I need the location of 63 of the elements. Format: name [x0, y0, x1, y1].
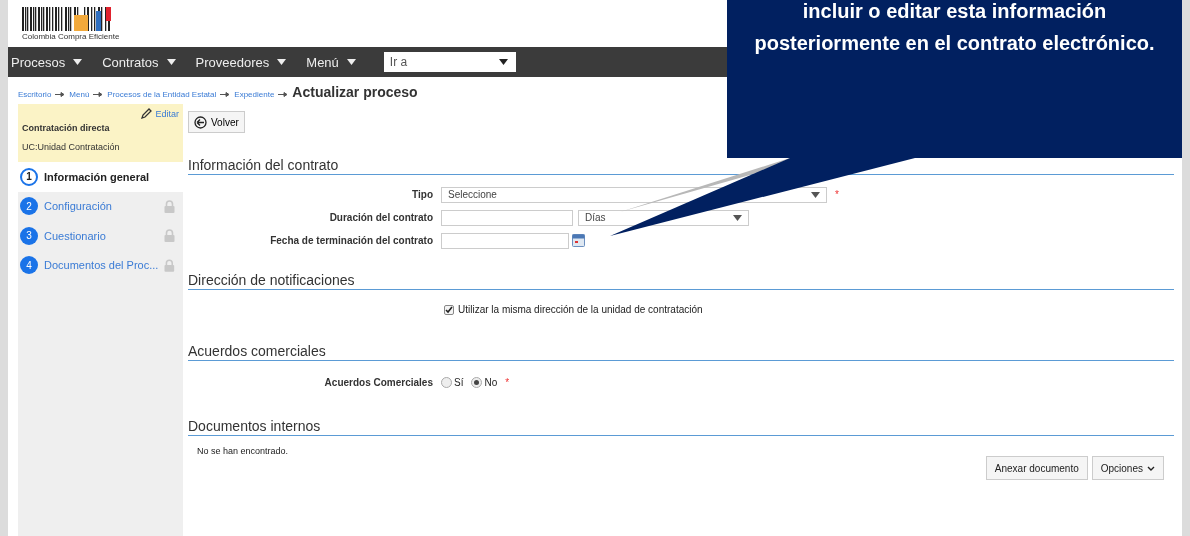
lock-icon	[164, 199, 175, 213]
field-label: Duración del contrato	[328, 212, 433, 223]
breadcrumb-link[interactable]: Menú	[69, 90, 90, 99]
breadcrumb-link[interactable]: Escritorio	[18, 90, 52, 99]
checkbox-label: Utilizar la misma dirección de la unidad de contratación	[458, 304, 703, 315]
nav-menu[interactable]: Contratos	[102, 54, 176, 70]
calendar-icon[interactable]	[572, 234, 585, 247]
options-button[interactable]: Opciones	[1091, 456, 1164, 480]
breadcrumb-link[interactable]: Procesos de la Entidad Estatal	[107, 90, 217, 99]
input-field[interactable]	[441, 209, 573, 226]
arrow-icon	[55, 92, 66, 97]
breadcrumb-link[interactable]: Expediente	[234, 90, 275, 99]
chevron-icon	[1147, 465, 1155, 471]
step-number: 2	[20, 197, 38, 216]
lock-icon	[164, 229, 175, 243]
callout-text: incluir o editar esta información posteriormente en el contrato electrónico.	[753, 0, 1156, 56]
section-heading: Dirección de notificaciones	[188, 272, 1174, 290]
caret-icon	[73, 59, 83, 65]
caret-icon	[346, 59, 356, 65]
attach-button[interactable]: Anexar documento	[985, 456, 1088, 480]
caret-icon	[733, 214, 742, 221]
goto-select[interactable]: Ir a	[383, 52, 516, 72]
caret-icon	[277, 59, 287, 65]
radio-button[interactable]	[471, 377, 483, 388]
date-field[interactable]	[441, 232, 569, 249]
step-item[interactable]: 1 Información general	[18, 162, 183, 192]
nav-menu[interactable]: Procesos	[11, 54, 83, 70]
pencil-icon	[141, 108, 154, 119]
unit-name: UC:Unidad Contratación	[22, 142, 121, 152]
section-heading: Acuerdos comerciales	[188, 343, 1174, 361]
required-mark: *	[835, 189, 839, 200]
radio-button[interactable]	[441, 377, 452, 388]
step-item[interactable]: 3 Cuestionario	[18, 221, 183, 251]
section-heading: Documentos internos	[188, 418, 1174, 436]
logo-text: Colombia Compra Eficiente	[22, 31, 120, 41]
edit-link[interactable]: Editar	[141, 108, 179, 119]
field-label: Acuerdos Comerciales	[323, 377, 433, 388]
logo-icon	[22, 6, 112, 31]
step-number: 4	[20, 256, 38, 275]
page-title: Actualizar proceso	[292, 84, 418, 100]
empty-message: No se han encontrado.	[196, 445, 290, 456]
required-mark: *	[505, 377, 510, 388]
radio-label: Sí	[454, 377, 464, 388]
process-type: Contratación directa	[22, 123, 111, 133]
step-item[interactable]: 2 Configuración	[18, 191, 183, 221]
checkbox[interactable]	[444, 304, 454, 315]
arrow-icon	[93, 92, 104, 97]
radio-label: No	[484, 377, 498, 388]
lock-icon	[164, 258, 175, 272]
arrow-icon	[278, 92, 289, 97]
step-item[interactable]: 4 Documentos del Proc...	[18, 250, 183, 280]
caret-icon	[498, 59, 508, 65]
field-label: Fecha de terminación del contrato	[269, 235, 433, 246]
field-label: Tipo	[411, 189, 433, 200]
step-number: 1	[20, 167, 38, 186]
back-arrow-icon	[194, 115, 207, 129]
nav-menu[interactable]: Menú	[306, 54, 356, 70]
arrow-icon	[220, 92, 231, 97]
caret-icon	[166, 59, 176, 65]
step-number: 3	[20, 226, 38, 245]
caret-icon	[811, 191, 820, 198]
nav-menu[interactable]: Proveedores	[195, 54, 287, 70]
back-button[interactable]: Volver	[188, 111, 245, 133]
